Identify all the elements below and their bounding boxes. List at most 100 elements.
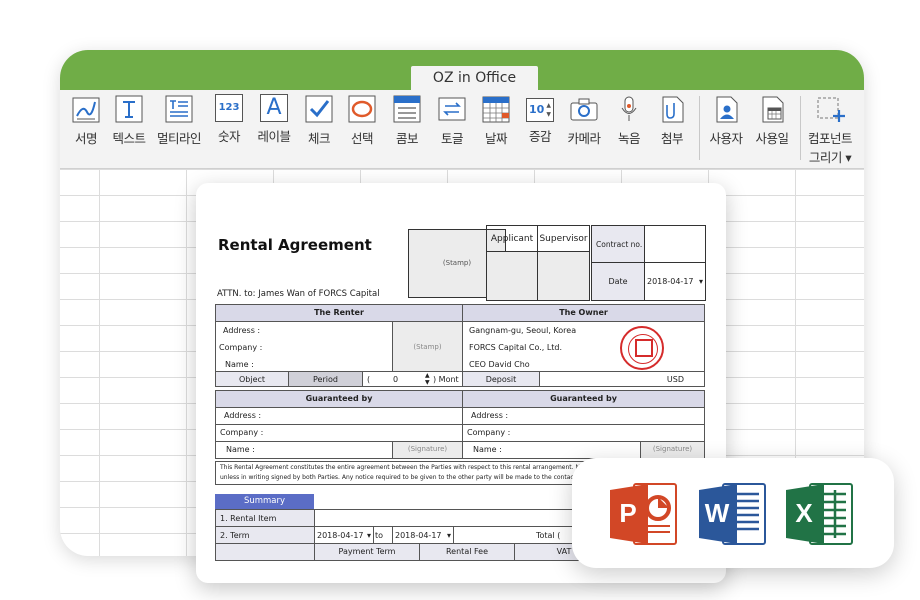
multiline-button[interactable]: 멀티라인 [157, 94, 202, 147]
excel-letter: X [795, 498, 813, 528]
contract-box: Contract no. Date 2018-04-17 ▾ [591, 225, 706, 301]
powerpoint-icon: P [608, 480, 680, 548]
draw-component-label-2: 그리기 ▾ [808, 150, 852, 165]
chevron-down-icon[interactable]: ▾ [447, 527, 451, 543]
period-stepper-icon[interactable]: ▲ ▼ [425, 372, 430, 386]
supervisor-header: Supervisor [538, 226, 589, 252]
term-from-field[interactable]: 2018-04-17 ▾ [314, 526, 374, 544]
signature-button[interactable]: 서명 [64, 94, 108, 147]
microphone-icon [614, 94, 644, 124]
multiline-icon [164, 94, 194, 124]
ribbon-separator [699, 96, 700, 160]
draw-component-icon [815, 94, 845, 124]
deposit-currency: USD [666, 375, 684, 384]
deposit-field[interactable]: USD [539, 371, 705, 387]
text-label: 텍스트 [112, 131, 146, 146]
date-button[interactable]: 날짜 [474, 94, 518, 147]
toggle-button[interactable]: 토글 [430, 94, 474, 147]
deposit-label: Deposit [462, 371, 540, 387]
stepper-icon: 10 ▲ ▼ [526, 98, 554, 122]
renter-stamp-field[interactable]: (Stamp) [392, 321, 463, 372]
camera-icon [569, 94, 599, 124]
date-icon [481, 94, 511, 124]
text-icon [114, 94, 144, 124]
multiline-label: 멀티라인 [157, 131, 202, 146]
signature-label: 서명 [74, 131, 98, 146]
powerpoint-letter: P [619, 498, 637, 528]
label-label: 레이블 [257, 129, 291, 144]
renter-guarantor-header: Guaranteed by [215, 390, 463, 408]
date-field[interactable]: 2018-04-17 ▾ [645, 263, 705, 300]
renter-company-label: Company : [219, 343, 263, 352]
number-label: 숫자 [217, 129, 241, 144]
attach-icon [657, 94, 687, 124]
chevron-down-icon[interactable]: ▾ [699, 263, 703, 300]
use-date-icon [757, 94, 787, 124]
date-label-cell: Date [592, 263, 645, 300]
payment-row-label [215, 543, 315, 561]
applicant-sign-field[interactable] [487, 252, 538, 300]
owner-guarantor-header: Guaranteed by [462, 390, 705, 408]
rental-fee-header: Rental Fee [419, 543, 515, 561]
ribbon-toolbar: 서명 텍스트 멀티라인 123 숫자 A 레이블 체크 선택 콤보 토글 날짜 … [60, 90, 864, 169]
record-label: 녹음 [617, 131, 641, 146]
owner-company: FORCS Capital Co., Ltd. [469, 343, 563, 352]
select-button[interactable]: 선택 [340, 94, 384, 147]
guarantor-address-right[interactable]: Address : [462, 407, 705, 425]
ribbon-separator [800, 96, 801, 160]
word-icon: W [697, 480, 769, 548]
stepper-value: 10 [529, 103, 545, 116]
label-button[interactable]: A 레이블 [252, 94, 296, 145]
company-seal-icon [620, 326, 664, 370]
number-icon: 123 [215, 94, 243, 122]
guarantor-company-left[interactable]: Company : [215, 424, 463, 442]
contract-no-label: Contract no. [592, 226, 645, 263]
tab-oz-in-office[interactable]: OZ in Office [411, 66, 538, 90]
attn-line: ATTN. to: James Wan of FORCS Capital [217, 289, 380, 299]
select-icon [347, 94, 377, 124]
approval-box: Applicant Supervisor [486, 225, 590, 301]
check-button[interactable]: 체크 [297, 94, 341, 147]
draw-component-button[interactable]: 컴포넌트 그리기 ▾ [804, 94, 856, 166]
summary-tab[interactable]: Summary [215, 494, 314, 509]
object-label: Object [215, 371, 289, 387]
stepper-label: 증감 [528, 129, 552, 144]
user-icon [711, 94, 741, 124]
number-button[interactable]: 123 숫자 [207, 94, 251, 145]
guarantor-signature-left[interactable]: (Signature) [392, 441, 463, 459]
guarantor-address-left[interactable]: Address : [215, 407, 463, 425]
excel-icon: X [784, 480, 856, 548]
word-letter: W [704, 498, 730, 528]
rental-item-label: 1. Rental Item [215, 509, 315, 527]
check-icon [304, 94, 334, 124]
guarantor-company-right[interactable]: Company : [462, 424, 705, 442]
record-button[interactable]: 녹음 [607, 94, 651, 147]
document-title: Rental Agreement [218, 236, 372, 254]
combo-icon [392, 94, 422, 124]
guarantor-signature-right[interactable]: (Signature) [640, 441, 705, 459]
date-label: 날짜 [484, 131, 508, 146]
period-field[interactable]: ( 0 ▲ ▼ ) Mont [362, 371, 463, 387]
supervisor-sign-field[interactable] [538, 252, 589, 300]
chevron-down-icon[interactable]: ▾ [367, 527, 371, 543]
check-label: 체크 [307, 131, 331, 146]
date-value: 2018-04-17 [647, 277, 694, 286]
contract-no-field[interactable] [645, 226, 705, 263]
term-from-value: 2018-04-17 [317, 531, 364, 540]
use-date-label: 사용일 [755, 131, 789, 146]
toggle-icon [437, 94, 467, 124]
stepper-button[interactable]: 10 ▲ ▼ 증감 [518, 94, 562, 145]
payment-term-header: Payment Term [314, 543, 420, 561]
combo-button[interactable]: 콤보 [385, 94, 429, 147]
text-button[interactable]: 텍스트 [107, 94, 151, 147]
renter-header: The Renter [215, 304, 463, 322]
user-button[interactable]: 사용자 [704, 94, 748, 147]
use-date-button[interactable]: 사용일 [750, 94, 794, 147]
owner-address: Gangnam-gu, Seoul, Korea [469, 326, 577, 335]
camera-button[interactable]: 카메라 [562, 94, 606, 147]
term-to-field[interactable]: 2018-04-17 ▾ [392, 526, 454, 544]
signature-icon [71, 94, 101, 124]
attach-button[interactable]: 첨부 [650, 94, 694, 147]
office-apps-card: P W X [572, 458, 894, 568]
label-icon: A [260, 94, 288, 122]
